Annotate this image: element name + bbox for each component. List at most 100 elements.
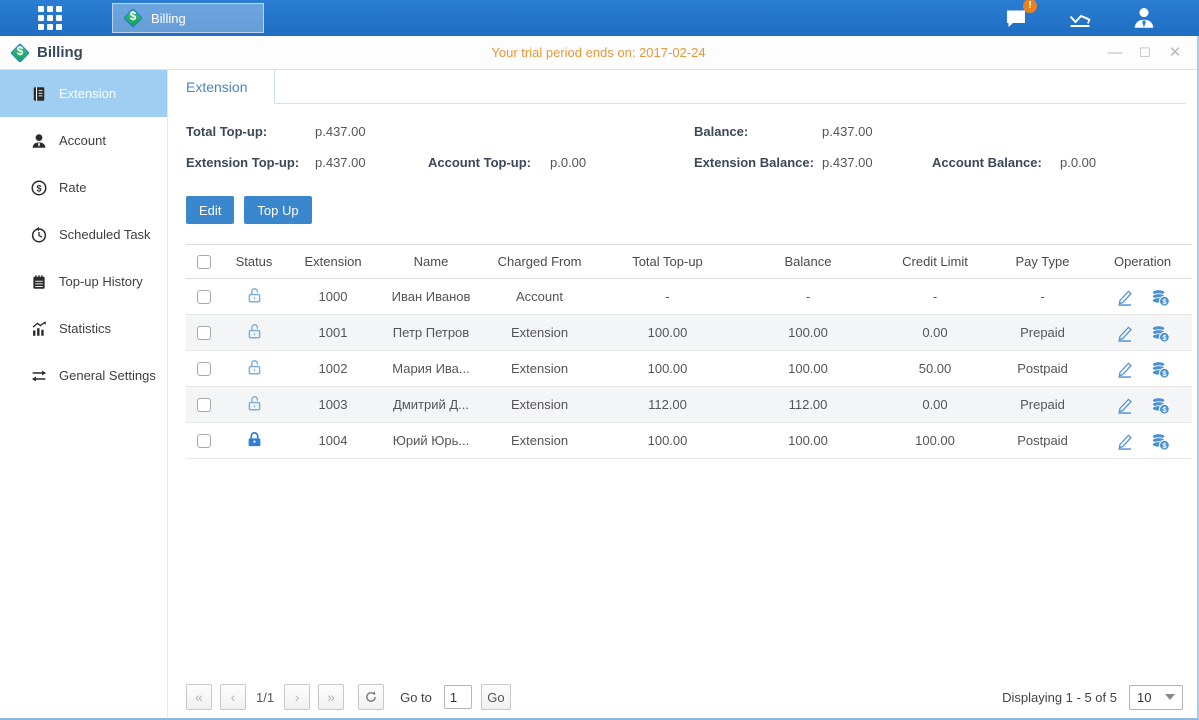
cell-extension: 1004: [286, 423, 380, 459]
user-account-icon[interactable]: [1129, 5, 1159, 31]
cell-name: Дмитрий Д...: [380, 387, 482, 423]
billing-app-icon: $: [123, 8, 143, 28]
cell-name: Иван Иванов: [380, 279, 482, 315]
top-up-row-icon[interactable]: $: [1150, 395, 1170, 415]
table-row[interactable]: 1004 Юрий Юрь... Extension 100.00 100.00…: [186, 423, 1192, 459]
content-panel: Extension Total Top-up: p.437.00 Balance…: [168, 70, 1197, 718]
notification-badge: !: [1023, 0, 1037, 13]
svg-text:$: $: [36, 183, 41, 193]
row-checkbox[interactable]: [197, 290, 211, 304]
reports-chart-icon[interactable]: [1065, 5, 1095, 31]
edit-row-icon[interactable]: [1115, 323, 1134, 342]
summary-panel: Total Top-up: p.437.00 Balance: p.437.00…: [168, 104, 1186, 182]
sidebar-item-extension[interactable]: Extension: [0, 70, 167, 117]
person-icon: [30, 132, 48, 150]
sidebar-item-topup-history[interactable]: Top-up History: [0, 258, 167, 305]
unlocked-icon: [245, 322, 264, 344]
col-extension: Extension: [286, 245, 380, 279]
cell-pay-type: Postpaid: [992, 423, 1093, 459]
row-checkbox[interactable]: [197, 434, 211, 448]
extensions-table-wrap: Status Extension Name Charged From Total…: [186, 244, 1186, 459]
go-button[interactable]: Go: [481, 684, 511, 710]
cell-total-topup: 100.00: [597, 351, 738, 387]
taskbar-item-billing[interactable]: $ Billing: [112, 3, 264, 33]
edit-row-icon[interactable]: [1115, 359, 1134, 378]
cell-pay-type: -: [992, 279, 1093, 315]
cell-total-topup: 100.00: [597, 315, 738, 351]
close-icon[interactable]: ✕: [1167, 45, 1183, 61]
clock-icon: [30, 226, 48, 244]
top-up-row-icon[interactable]: $: [1150, 287, 1170, 307]
top-up-row-icon[interactable]: $: [1150, 359, 1170, 379]
sidebar-item-general-settings[interactable]: General Settings: [0, 352, 167, 399]
top-up-row-icon[interactable]: $: [1150, 323, 1170, 343]
col-operation: Operation: [1093, 245, 1192, 279]
cell-total-topup: 100.00: [597, 423, 738, 459]
col-balance: Balance: [738, 245, 878, 279]
app-grid-icon[interactable]: [38, 6, 68, 30]
cell-extension: 1002: [286, 351, 380, 387]
cell-extension: 1000: [286, 279, 380, 315]
top-up-button[interactable]: Top Up: [244, 196, 311, 224]
select-all-checkbox[interactable]: [197, 255, 211, 269]
cell-name: Юрий Юрь...: [380, 423, 482, 459]
sidebar-item-rate[interactable]: $ Rate: [0, 164, 167, 211]
edit-row-icon[interactable]: [1115, 287, 1134, 306]
displaying-info: Displaying 1 - 5 of 5: [1002, 690, 1117, 705]
billing-window: $ Billing Your trial period ends on: 201…: [0, 36, 1199, 720]
table-row[interactable]: 1000 Иван Иванов Account - - - -: [186, 279, 1192, 315]
sidebar-item-scheduled-task[interactable]: Scheduled Task: [0, 211, 167, 258]
goto-page-input[interactable]: [444, 685, 472, 709]
extension-topup-value: p.437.00: [315, 155, 428, 170]
top-up-row-icon[interactable]: $: [1150, 431, 1170, 451]
col-charged-from: Charged From: [482, 245, 597, 279]
screen: $ Billing !: [0, 0, 1199, 720]
cell-credit-limit: 0.00: [878, 315, 992, 351]
edit-row-icon[interactable]: [1115, 395, 1134, 414]
table-row[interactable]: 1003 Дмитрий Д... Extension 112.00 112.0…: [186, 387, 1192, 423]
sidebar-item-label: Rate: [59, 180, 86, 195]
account-balance-label: Account Balance:: [932, 155, 1060, 170]
notebook-icon: [30, 273, 48, 291]
edit-button[interactable]: Edit: [186, 196, 234, 224]
cell-name: Мария Ива...: [380, 351, 482, 387]
prev-page-button[interactable]: ‹: [220, 684, 246, 710]
extension-balance-value: p.437.00: [822, 155, 932, 170]
col-credit-limit: Credit Limit: [878, 245, 992, 279]
refresh-button[interactable]: [358, 684, 384, 710]
sidebar-item-account[interactable]: Account: [0, 117, 167, 164]
row-checkbox[interactable]: [197, 362, 211, 376]
sidebar-item-label: General Settings: [59, 368, 156, 383]
row-checkbox[interactable]: [197, 398, 211, 412]
cell-name: Петр Петров: [380, 315, 482, 351]
taskbar-item-label: Billing: [151, 11, 186, 26]
first-page-button[interactable]: «: [186, 684, 212, 710]
edit-row-icon[interactable]: [1115, 431, 1134, 450]
chevron-down-icon: [1165, 694, 1175, 700]
pagination-bar: « ‹ 1/1 › » Go to Go: [186, 683, 1186, 711]
goto-label: Go to: [400, 690, 432, 705]
row-checkbox[interactable]: [197, 326, 211, 340]
cell-charged-from: Account: [482, 279, 597, 315]
cell-total-topup: 112.00: [597, 387, 738, 423]
cell-balance: 100.00: [738, 315, 878, 351]
tab-extension[interactable]: Extension: [168, 70, 275, 104]
extension-topup-label: Extension Top-up:: [186, 155, 315, 170]
page-size-select[interactable]: 10: [1129, 685, 1183, 710]
table-row[interactable]: 1002 Мария Ива... Extension 100.00 100.0…: [186, 351, 1192, 387]
balance-label: Balance:: [694, 124, 822, 139]
cell-extension: 1003: [286, 387, 380, 423]
next-page-button[interactable]: ›: [284, 684, 310, 710]
maximize-icon[interactable]: ☐: [1137, 45, 1153, 61]
cell-pay-type: Prepaid: [992, 315, 1093, 351]
last-page-button[interactable]: »: [318, 684, 344, 710]
table-row[interactable]: 1001 Петр Петров Extension 100.00 100.00…: [186, 315, 1192, 351]
window-title: Billing: [37, 44, 83, 61]
locked-icon: [245, 430, 264, 452]
ledger-icon: [30, 85, 48, 103]
minimize-icon[interactable]: —: [1107, 45, 1123, 61]
sidebar-item-statistics[interactable]: Statistics: [0, 305, 167, 352]
billing-window-icon: $: [10, 43, 30, 63]
cell-charged-from: Extension: [482, 387, 597, 423]
messages-icon[interactable]: !: [1001, 5, 1031, 31]
